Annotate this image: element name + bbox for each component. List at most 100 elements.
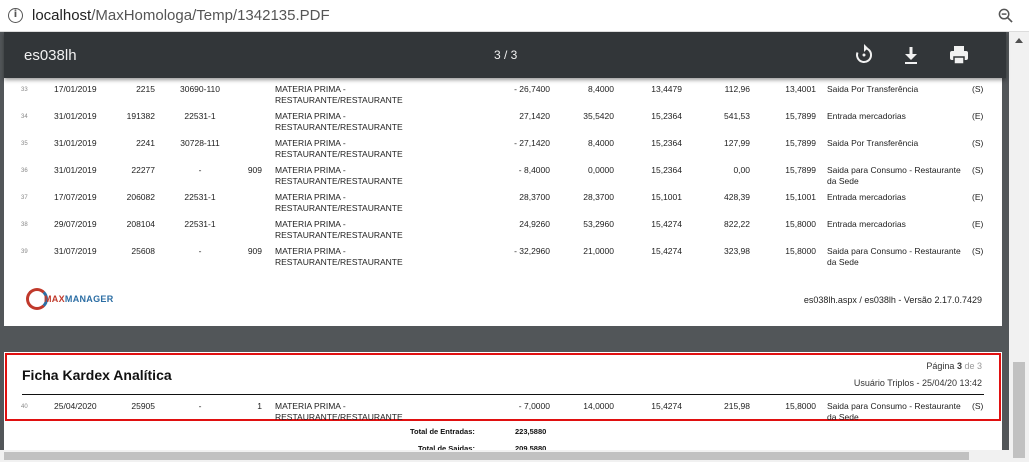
pdf-page-3: Ficha Kardex Analítica Página 3 de 3 Usu… <box>4 352 1002 462</box>
cell-doc: 208104 <box>126 219 155 229</box>
logo-text-a: MAX <box>44 294 65 304</box>
cell-es: (S) <box>972 84 984 94</box>
zoom-icon[interactable] <box>998 8 1013 23</box>
page-num: 3 <box>956 361 962 371</box>
cell-v5: 15,7899 <box>785 138 816 148</box>
cell-hist: Saida Por Transferência <box>827 84 919 94</box>
cell-doc: 2241 <box>136 138 155 148</box>
cell-date: 31/01/2019 <box>54 138 97 148</box>
report-title: Ficha Kardex Analítica <box>22 367 172 383</box>
cell-v3: 15,1001 <box>651 192 682 202</box>
table-row: 36 31/01/2019 22277 - 909 MATERIA PRIMA - RES… <box>4 163 1002 189</box>
rotate-icon[interactable] <box>852 43 876 67</box>
document-title: es038lh <box>24 47 77 64</box>
cell-v1: 24,9260 <box>519 219 550 229</box>
vertical-scroll-thumb[interactable] <box>1013 362 1025 458</box>
cell-v1: - 26,7400 <box>514 84 550 94</box>
table-row: 33 17/01/2019 2215 30690-110 MATERIA PRIMA -… <box>4 82 1002 108</box>
cell-doc: 22277 <box>131 165 155 175</box>
pdf-viewer[interactable]: es038lh 3 / 3 33 17/01/2019 2215 30690-110 M… <box>0 32 1029 462</box>
cell-doc: 2215 <box>136 84 155 94</box>
cell-n: 40 <box>21 404 28 410</box>
cell-ref: 30728-111 <box>180 138 220 148</box>
cell-v2: 0,0000 <box>588 165 614 175</box>
table-row: 34 31/01/2019 191382 22531-1 MATERIA PRIMA -… <box>4 109 1002 135</box>
cell-date: 17/07/2019 <box>54 192 97 202</box>
cell-es: (E) <box>972 111 984 121</box>
url-host: localhost <box>32 7 92 24</box>
cell-v4: 541,53 <box>724 111 750 121</box>
cell-v2: 8,4000 <box>588 84 614 94</box>
cell-v3: 15,2364 <box>651 138 682 148</box>
page-number: Página 3 de 3 <box>926 361 982 371</box>
cell-date: 29/07/2019 <box>54 219 97 229</box>
cell-x: 909 <box>247 246 262 256</box>
print-icon[interactable] <box>947 43 971 67</box>
cell-v3: 13,4479 <box>651 84 682 94</box>
cell-v5: 15,7899 <box>785 165 816 175</box>
cell-v4: 323,98 <box>724 246 750 256</box>
cell-ref: 22531-1 <box>184 192 216 202</box>
vertical-scrollbar[interactable] <box>1009 32 1029 462</box>
url-path: /MaxHomologa/Temp/1342135.PDF <box>91 7 330 24</box>
cell-n: 35 <box>21 141 28 147</box>
cell-ref: 22531-1 <box>184 111 216 121</box>
cell-v5: 15,8000 <box>785 401 816 411</box>
cell-n: 37 <box>21 195 28 201</box>
cell-n: 33 <box>21 87 28 93</box>
cell-v1: - 27,1420 <box>514 138 550 148</box>
horizontal-scroll-thumb[interactable] <box>4 452 969 460</box>
cell-es: (E) <box>972 219 984 229</box>
cell-v1: - 8,4000 <box>518 165 550 175</box>
cell-v4: 428,39 <box>724 192 750 202</box>
cell-n: 38 <box>21 222 28 228</box>
total-entradas-value: 223,5880 <box>515 427 547 436</box>
cell-v5: 15,8000 <box>785 219 816 229</box>
cell-hist: Entrada mercadorias <box>827 219 906 229</box>
cell-v2: 14,0000 <box>583 401 614 411</box>
cell-x: 1 <box>257 401 262 411</box>
page-indicator: 3 / 3 <box>494 48 518 62</box>
cell-v4: 0,00 <box>733 165 750 175</box>
cell-ref: 22531-1 <box>184 219 216 229</box>
cell-v3: 15,4274 <box>651 401 682 411</box>
cell-v2: 21,0000 <box>583 246 614 256</box>
cell-desc: MATERIA PRIMA - RESTAURANTE/RESTAURANTE <box>275 219 403 240</box>
cell-desc: MATERIA PRIMA - RESTAURANTE/RESTAURANTE <box>275 111 403 132</box>
cell-doc: 25905 <box>131 401 155 411</box>
cell-es: (S) <box>972 165 984 175</box>
cell-v2: 8,4000 <box>588 138 614 148</box>
cell-x: 909 <box>247 165 262 175</box>
page-of: de 3 <box>964 361 982 371</box>
cell-v2: 35,5420 <box>583 111 614 121</box>
cell-v4: 127,99 <box>724 138 750 148</box>
cell-v1: 28,3700 <box>519 192 550 202</box>
cell-date: 25/04/2020 <box>54 401 97 411</box>
info-icon[interactable]: i <box>8 8 23 23</box>
page-label: Página <box>926 361 955 371</box>
cell-v4: 822,22 <box>724 219 750 229</box>
cell-es: (S) <box>972 401 984 411</box>
cell-hist: Saida Por Transferência <box>827 138 919 148</box>
cell-v3: 15,2364 <box>651 165 682 175</box>
header-divider <box>22 394 984 395</box>
pdf-page-2: 33 17/01/2019 2215 30690-110 MATERIA PRIMA -… <box>4 78 1002 326</box>
cell-desc: MATERIA PRIMA - RESTAURANTE/RESTAURANTE <box>275 165 403 186</box>
download-icon[interactable] <box>899 43 923 67</box>
cell-n: 39 <box>21 249 28 255</box>
horizontal-scrollbar[interactable] <box>0 450 1009 462</box>
cell-ref: 30690-110 <box>179 84 221 94</box>
cell-n: 36 <box>21 168 28 174</box>
cell-ref: - <box>198 401 202 411</box>
scroll-up-arrow-icon[interactable] <box>1015 38 1023 43</box>
table-row: 37 17/07/2019 206082 22531-1 MATERIA PRIMA -… <box>4 190 1002 216</box>
cell-v2: 53,2960 <box>583 219 614 229</box>
url-text[interactable]: localhost/MaxHomologa/Temp/1342135.PDF <box>32 7 330 24</box>
total-entradas-label: Total de Entradas: <box>410 427 475 436</box>
user-timestamp: Usuário Triplos - 25/04/20 13:42 <box>853 378 982 388</box>
cell-hist: Saida para Consumo - Restaurante da Sede <box>827 246 961 267</box>
cell-hist: Saida para Consumo - Restaurante da Sede <box>827 401 961 422</box>
pdf-toolbar: es038lh 3 / 3 <box>4 32 1006 78</box>
cell-es: (S) <box>972 246 984 256</box>
address-bar[interactable]: i localhost/MaxHomologa/Temp/1342135.PDF <box>0 0 1029 32</box>
